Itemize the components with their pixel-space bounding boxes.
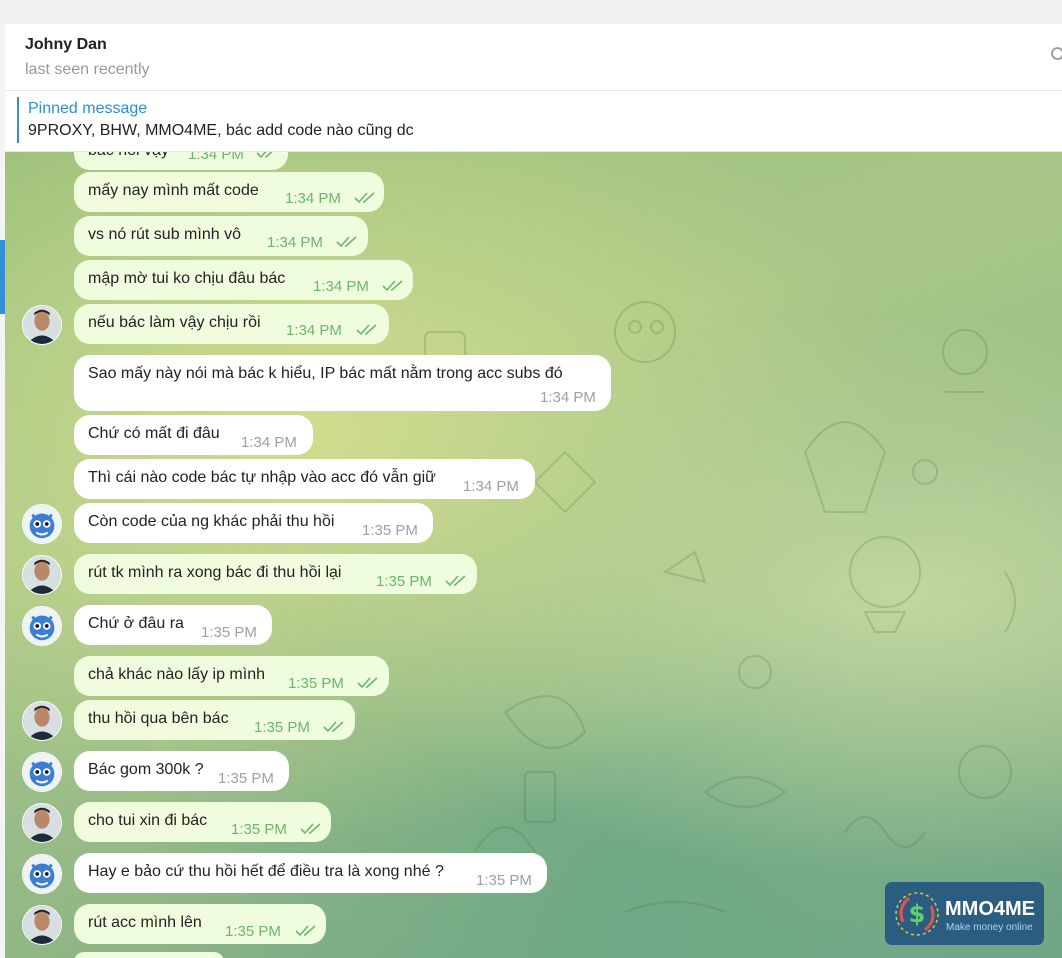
message-time: 1:34 PM (286, 322, 342, 339)
double-check-icon (445, 575, 466, 587)
message-time: 1:35 PM (225, 923, 281, 940)
pinned-accent-bar (17, 97, 19, 143)
message-time: 1:35 PM (254, 719, 310, 736)
watermark-logo: $ MMO4ME Make money online (885, 882, 1044, 945)
avatar[interactable] (22, 504, 62, 544)
double-check-icon (323, 721, 344, 733)
chat-header[interactable]: Johny Dan last seen recently (5, 24, 1062, 91)
message-bubble[interactable]: Bác gom 300k ? 1:35 PM (74, 751, 289, 791)
message-text: Chứ ở đâu ra (88, 615, 184, 632)
message-time: 1:34 PM (188, 152, 244, 163)
message-text: chả khác nào lấy ip mình (88, 666, 265, 683)
message-text: nếu bác làm vậy chịu rồi (88, 314, 261, 331)
message-bubble[interactable]: Chứ có mất đi đâu 1:34 PM (74, 415, 313, 455)
message-time: 1:34 PM (313, 278, 369, 295)
message-bubble[interactable]: chả khác nào lấy ip mình 1:35 PM (74, 656, 389, 696)
contact-status: last seen recently (25, 61, 150, 78)
message-time: 1:35 PM (362, 522, 418, 539)
message-bubble[interactable]: Còn code của ng khác phải thu hồi 1:35 P… (74, 503, 433, 543)
message-text: Hay e bảo cứ thu hồi hết để điều tra là … (88, 863, 444, 880)
avatar[interactable] (22, 701, 62, 741)
message-bubble[interactable]: Thì cái nào code bác tự nhập vào acc đó … (74, 459, 535, 499)
message-bubble[interactable]: mập mờ tui ko chịu đâu bác 1:34 PM (74, 260, 413, 300)
message-text: Bác gom 300k ? (88, 761, 204, 778)
message-bubble[interactable]: cho tui xin đi bác 1:35 PM (74, 802, 331, 842)
message-time: 1:34 PM (267, 234, 323, 251)
double-check-icon (300, 823, 321, 835)
window-top-strip (0, 0, 1062, 24)
message-time: 1:35 PM (218, 770, 274, 787)
message-time: 1:35 PM (476, 872, 532, 889)
message-text: mấy nay mình mất code (88, 182, 259, 199)
double-check-icon (256, 152, 273, 159)
message-text: bác hỏi vậy (88, 152, 169, 160)
avatar[interactable] (22, 606, 62, 646)
dollar-logo-icon: $ (895, 892, 939, 936)
message-text: rút acc mình lên (88, 914, 202, 931)
avatar[interactable] (22, 854, 62, 894)
message-text: rút tk mình ra xong bác đi thu hồi lại (88, 564, 342, 581)
avatar[interactable] (22, 803, 62, 843)
message-list[interactable]: bác hỏi vậy 1:34 PM mấy nay mình mất cod… (5, 152, 1062, 958)
message-text: thu hồi qua bên bác (88, 710, 229, 727)
contact-name[interactable]: Johny Dan (25, 36, 107, 54)
message-bubble[interactable]: bác hỏi vậy 1:34 PM (74, 152, 288, 170)
double-check-icon (382, 280, 403, 292)
avatar[interactable] (22, 305, 62, 345)
message-text: Sao mấy này nói mà bác k hiểu, IP bác mấ… (88, 365, 563, 382)
message-bubble[interactable]: rút acc mình lên 1:35 PM (74, 904, 326, 944)
message-text: vs nó rút sub mình vô (88, 226, 241, 243)
double-check-icon (354, 192, 375, 204)
watermark-name: MMO4ME (945, 898, 1035, 920)
avatar[interactable] (22, 752, 62, 792)
message-bubble[interactable]: vs nó rút sub mình vô 1:34 PM (74, 216, 368, 256)
message-bubble[interactable]: Chứ ở đâu ra 1:35 PM (74, 605, 272, 645)
message-text: mập mờ tui ko chịu đâu bác (88, 270, 286, 287)
double-check-icon (356, 324, 377, 336)
message-bubble[interactable]: mấy nay mình mất code 1:34 PM (74, 172, 384, 212)
message-time: 1:34 PM (540, 389, 596, 406)
double-check-icon (295, 925, 316, 937)
message-time: 1:35 PM (376, 573, 432, 590)
search-icon[interactable] (1050, 46, 1062, 64)
pinned-message-bar[interactable]: Pinned message 9PROXY, BHW, MMO4ME, bác … (5, 91, 1062, 152)
message-bubble[interactable]: nếu bác làm vậy chịu rồi 1:34 PM (74, 304, 389, 344)
svg-text:$: $ (909, 900, 926, 928)
message-text: Còn code của ng khác phải thu hồi (88, 513, 335, 530)
message-time: 1:34 PM (285, 190, 341, 207)
message-bubble[interactable]: Sao mấy này nói mà bác k hiểu, IP bác mấ… (74, 355, 611, 411)
double-check-icon (336, 236, 357, 248)
message-time: 1:35 PM (201, 624, 257, 641)
watermark-tagline: Make money online (946, 922, 1033, 933)
message-bubble[interactable]: Hay e bảo cứ thu hồi hết để điều tra là … (74, 853, 547, 893)
pinned-text: 9PROXY, BHW, MMO4ME, bác add code nào cũ… (28, 122, 414, 139)
message-text: Chứ có mất đi đâu (88, 425, 220, 442)
message-time: 1:35 PM (231, 821, 287, 838)
message-bubble[interactable]: rút tk mình ra xong bác đi thu hồi lại 1… (74, 554, 477, 594)
message-time: 1:35 PM (288, 675, 344, 692)
message-time: 1:34 PM (241, 434, 297, 451)
message-text: cho tui xin đi bác (88, 812, 208, 829)
message-text: Thì cái nào code bác tự nhập vào acc đó … (88, 469, 436, 486)
double-check-icon (357, 677, 378, 689)
avatar[interactable] (22, 905, 62, 945)
message-bubble[interactable]: thu hồi qua bên bác 1:35 PM (74, 700, 355, 740)
pinned-title: Pinned message (28, 100, 148, 117)
message-bubble-partial[interactable] (74, 952, 224, 958)
avatar[interactable] (22, 555, 62, 595)
message-time: 1:34 PM (463, 478, 519, 495)
